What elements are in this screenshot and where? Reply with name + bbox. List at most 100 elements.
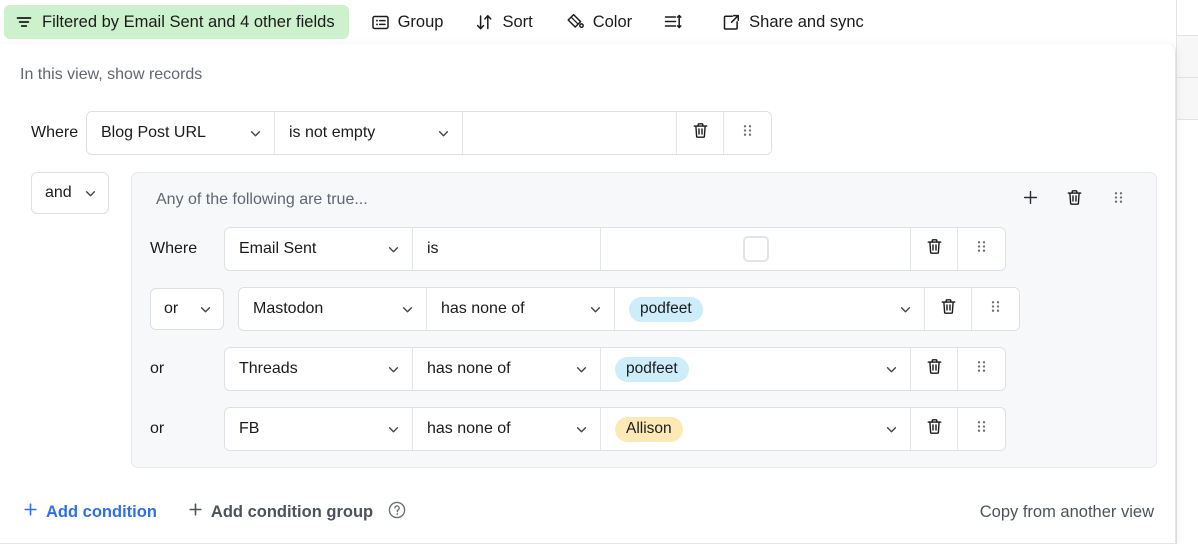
toolbar-item-sort-label: Sort [502, 12, 533, 31]
operator-select-label: has none of [427, 360, 511, 377]
help-button[interactable] [387, 500, 407, 525]
row-conjunction-label: or [150, 420, 165, 437]
delete-condition-button[interactable] [911, 408, 958, 450]
delete-condition-group-button[interactable] [1052, 182, 1096, 218]
operator-select-has-none-of[interactable]: has none of [427, 288, 615, 330]
plus-icon [1021, 188, 1040, 212]
field-select-label: Mastodon [253, 300, 324, 317]
drag-condition-handle[interactable] [958, 348, 1005, 390]
panel-title: In this view, show records [20, 66, 203, 83]
where-label: Where [31, 124, 79, 141]
condition-box: Blog Post URL is not empty [86, 111, 772, 155]
chevron-down-icon [898, 302, 913, 317]
field-select-label: Threads [239, 360, 298, 377]
top-condition-row: Where Blog Post URL is not empty [0, 111, 1176, 155]
value-checkbox[interactable] [742, 236, 769, 262]
group-condition-row: Where Email Sent is [132, 227, 1156, 271]
delete-condition-button[interactable] [677, 112, 724, 154]
share-external-icon [722, 13, 741, 32]
trash-icon [1065, 188, 1084, 212]
condition-box: Threads has none of podfeet [224, 347, 1006, 391]
drag-condition-group-handle[interactable] [1096, 182, 1140, 218]
toolbar-item-row-height[interactable] [654, 5, 700, 39]
delete-condition-button[interactable] [925, 288, 972, 330]
drag-handle-icon [739, 122, 756, 144]
toolbar-item-share-and-sync[interactable]: Share and sync [712, 5, 874, 39]
background-grid-edge [1176, 0, 1198, 544]
field-select-blog-post-url[interactable]: Blog Post URL [87, 112, 275, 154]
copy-from-another-view-button[interactable]: Copy from another view [980, 503, 1154, 522]
chevron-down-icon [400, 302, 415, 317]
trash-icon [939, 297, 958, 321]
plus-icon [22, 501, 39, 523]
drag-condition-handle[interactable] [958, 408, 1005, 450]
field-select-threads[interactable]: Threads [225, 348, 413, 390]
condition-group-wrapper: and Any of the following are true... Whe… [0, 172, 1176, 468]
value-tag-select[interactable]: podfeet [601, 348, 911, 390]
filter-pill-label: Filtered by Email Sent and 4 other field… [42, 12, 335, 31]
trash-icon [925, 357, 944, 381]
chevron-down-icon [574, 422, 589, 437]
row-conjunction-label: or [150, 360, 165, 377]
add-condition-to-group-button[interactable] [1008, 182, 1052, 218]
delete-condition-button[interactable] [911, 348, 958, 390]
drag-handle-icon [1110, 189, 1127, 211]
operator-select-has-none-of[interactable]: has none of [413, 348, 601, 390]
filter-pill-button[interactable]: Filtered by Email Sent and 4 other field… [4, 5, 349, 39]
where-label: Where [150, 240, 198, 257]
field-select-fb[interactable]: FB [225, 408, 413, 450]
chevron-down-icon [386, 242, 401, 257]
value-input[interactable] [463, 112, 677, 154]
group-condition-row: or Mastodon has none of podfeet [132, 287, 1156, 331]
operator-select-label: has none of [441, 300, 525, 317]
toolbar-item-color-label: Color [592, 12, 633, 31]
sort-icon [475, 13, 494, 32]
view-toolbar: Filtered by Email Sent and 4 other field… [0, 0, 1176, 44]
panel-footer: Add condition Add condition group Copy f… [0, 481, 1176, 543]
filter-conditions-panel: In this view, show records Where Blog Po… [0, 44, 1176, 544]
value-tag: podfeet [629, 296, 703, 322]
chevron-down-icon [884, 362, 899, 377]
operator-select-is[interactable]: is [413, 228, 601, 270]
chevron-down-icon [386, 422, 401, 437]
drag-handle-icon [987, 298, 1004, 320]
trash-icon [925, 417, 944, 441]
field-select-mastodon[interactable]: Mastodon [239, 288, 427, 330]
drag-condition-handle[interactable] [972, 288, 1019, 330]
row-height-icon [663, 12, 683, 32]
toolbar-item-color[interactable]: Color [555, 5, 642, 39]
chevron-down-icon [248, 126, 263, 141]
condition-box: FB has none of Allison [224, 407, 1006, 451]
group-conjunction-select[interactable]: and [31, 172, 109, 214]
operator-select-label: has none of [427, 420, 511, 437]
chevron-down-icon [574, 362, 589, 377]
field-select-email-sent[interactable]: Email Sent [225, 228, 413, 270]
toolbar-item-sort[interactable]: Sort [465, 5, 542, 39]
toolbar-item-group[interactable]: Group [361, 5, 454, 39]
color-palette-icon [565, 12, 585, 32]
condition-group: Any of the following are true... Where E… [131, 172, 1157, 468]
operator-select-has-none-of[interactable]: has none of [413, 408, 601, 450]
field-select-label: FB [239, 420, 260, 437]
operator-select-label: is [427, 240, 439, 257]
value-tag: Allison [615, 416, 683, 442]
group-condition-row: or Threads has none of podfeet [132, 347, 1156, 391]
value-checkbox-cell[interactable] [601, 228, 911, 270]
question-circle-icon [387, 500, 407, 525]
add-condition-group-button[interactable]: Add condition group [187, 501, 373, 523]
value-tag-select[interactable]: podfeet [615, 288, 925, 330]
drag-condition-handle[interactable] [958, 228, 1005, 270]
row-conjunction-select[interactable]: or [150, 288, 224, 330]
value-tag-select[interactable]: Allison [601, 408, 911, 450]
condition-group-header: Any of the following are true... [132, 173, 1156, 227]
drag-handle-icon [973, 238, 990, 260]
chevron-down-icon [884, 422, 899, 437]
chevron-down-icon [588, 302, 603, 317]
drag-handle-icon [973, 418, 990, 440]
add-condition-button[interactable]: Add condition [22, 501, 157, 523]
group-conjunction-label: and [45, 184, 72, 201]
delete-condition-button[interactable] [911, 228, 958, 270]
drag-condition-handle[interactable] [724, 112, 771, 154]
operator-select-is-not-empty[interactable]: is not empty [275, 112, 463, 154]
value-tag: podfeet [615, 356, 689, 382]
